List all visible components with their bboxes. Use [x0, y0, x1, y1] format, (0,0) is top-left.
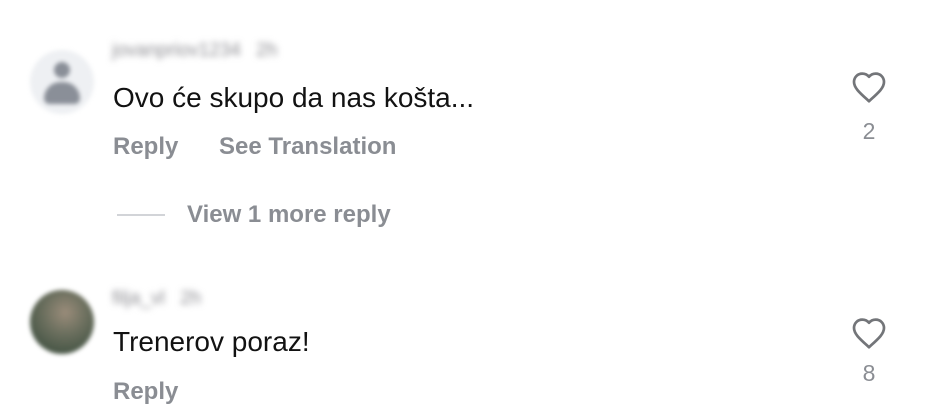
like-count: 8: [862, 360, 876, 386]
like-control: 8: [846, 316, 892, 387]
comments-thread: jovanpriov1234 2h Ovo će skupo da nas ko…: [0, 0, 930, 413]
avatar[interactable]: [30, 290, 94, 354]
comment-text: Trenerov poraz!: [113, 326, 310, 357]
comment-item: filja_vl 2h Trenerov poraz! Reply 8: [0, 0, 930, 413]
comment-actions: Reply: [113, 378, 178, 406]
username-text[interactable]: filja_vl: [112, 288, 165, 309]
reply-button[interactable]: Reply: [113, 378, 178, 405]
comment-username[interactable]: filja_vl 2h: [112, 288, 201, 310]
heart-icon[interactable]: [851, 316, 887, 350]
comment-time: 2h: [180, 288, 202, 309]
